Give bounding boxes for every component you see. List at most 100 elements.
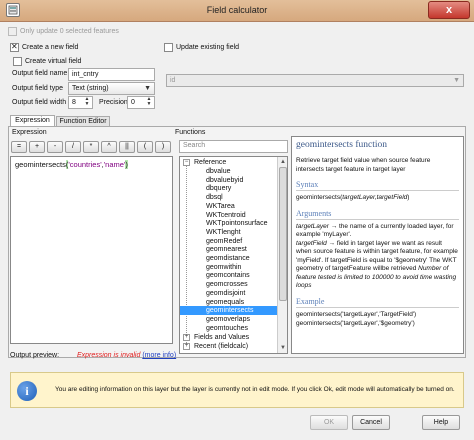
create-new-field-option[interactable]: Create a new field <box>10 42 79 52</box>
help-arguments-heading: Arguments <box>296 209 459 220</box>
operator-plus-button[interactable]: + <box>29 141 45 153</box>
code-close-paren: ) <box>125 160 128 169</box>
function-item-geomcrosses[interactable]: geomcrosses <box>180 280 278 289</box>
update-existing-field-label: Update existing field <box>176 44 240 51</box>
help-button[interactable]: Help <box>422 415 460 430</box>
help-syntax: geomintersects(targetLayer,targetField) <box>296 194 410 201</box>
output-field-width-label: Output field width <box>12 99 67 106</box>
function-item-geomnearest[interactable]: geomnearest <box>180 245 278 254</box>
output-field-name-input[interactable]: int_cntry <box>68 68 155 81</box>
help-description: Retrieve target field value when source … <box>296 157 431 173</box>
function-item-geomintersects[interactable]: geomintersects <box>180 306 278 315</box>
spin-arrows-icon[interactable]: ▲ ▼ <box>145 97 153 108</box>
function-item-dbsql[interactable]: dbsql <box>180 193 278 202</box>
create-virtual-field-label: Create virtual field <box>25 58 82 65</box>
operator-power-button[interactable]: ^ <box>101 141 117 153</box>
scroll-up-icon[interactable]: ▲ <box>278 157 287 167</box>
only-update-selected-checkbox <box>8 27 17 36</box>
code-arg-layer: 'countries' <box>68 160 102 169</box>
output-preview: Output preview: Expression is invalid (m… <box>10 352 176 359</box>
function-item-wktlenght[interactable]: WKTlenght <box>180 228 278 237</box>
function-item-geomwithin[interactable]: geomwithin <box>180 263 278 272</box>
precision-spinbox[interactable]: 0 ▲ ▼ <box>127 96 155 109</box>
tree-group-reference[interactable]: − Reference <box>180 158 278 167</box>
function-item-geomcontains[interactable]: geomcontains <box>180 271 278 280</box>
function-item-wktcentroid[interactable]: WKTcentroid <box>180 211 278 220</box>
edit-mode-info-bar: i You are editing information on this la… <box>10 372 464 408</box>
ok-button[interactable]: OK <box>310 415 348 430</box>
output-field-type-select[interactable]: Text (string) ▼ <box>68 82 155 95</box>
create-virtual-field-option[interactable]: Create virtual field <box>13 57 81 66</box>
expression-section-label: Expression <box>12 129 47 136</box>
tree-group-recent[interactable]: + Recent (fieldcalc) <box>180 342 278 351</box>
expression-editor[interactable]: geomintersects('countries','name') <box>10 156 173 344</box>
scrollbar-thumb[interactable] <box>279 167 287 301</box>
create-virtual-field-checkbox[interactable] <box>13 57 22 66</box>
operator-equals-button[interactable]: = <box>11 141 27 153</box>
output-field-type-label: Output field type <box>12 85 63 92</box>
expression-code-line: geomintersects('countries','name') <box>15 160 128 169</box>
only-update-selected-label: Only update 0 selected features <box>20 28 119 35</box>
operator-close-paren-button[interactable]: ) <box>155 141 171 153</box>
update-existing-field-checkbox[interactable] <box>164 43 173 52</box>
cancel-button[interactable]: Cancel <box>352 415 390 430</box>
only-update-selected-option: Only update 0 selected features <box>8 27 119 36</box>
precision-label: Precision <box>99 99 128 106</box>
title-bar: Field calculator x <box>0 0 474 22</box>
output-field-width-value: 8 <box>72 99 76 106</box>
more-info-link[interactable]: (more info) <box>142 352 176 359</box>
expression-invalid-text: Expression is invalid <box>76 352 141 359</box>
output-preview-label: Output preview: <box>10 352 60 359</box>
operator-concat-button[interactable]: || <box>119 141 135 153</box>
function-tree[interactable]: − Reference dbvalue dbvaluebyid dbquery … <box>179 156 288 354</box>
function-item-geomequals[interactable]: geomequals <box>180 298 278 307</box>
chevron-down-icon: ▼ <box>453 77 460 84</box>
window-title: Field calculator <box>206 5 268 15</box>
update-existing-field-option[interactable]: Update existing field <box>164 43 239 52</box>
function-item-wktpointonsurface[interactable]: WKTpointonsurface <box>180 219 278 228</box>
code-function-name: geomintersects <box>15 160 66 169</box>
function-item-geomredef[interactable]: geomRedef <box>180 237 278 246</box>
scroll-down-icon[interactable]: ▼ <box>278 343 287 353</box>
close-button[interactable]: x <box>428 1 470 19</box>
operator-divide-button[interactable]: / <box>65 141 81 153</box>
code-arg-field: 'name' <box>103 160 126 169</box>
function-item-dbquery[interactable]: dbquery <box>180 184 278 193</box>
help-example-1: geomintersects('targetLayer','TargetFiel… <box>296 310 417 318</box>
help-syntax-heading: Syntax <box>296 180 459 191</box>
help-title: geomintersects function <box>296 140 388 150</box>
precision-value: 0 <box>131 99 135 106</box>
functions-section-label: Functions <box>175 129 206 136</box>
function-item-dbvaluebyid[interactable]: dbvaluebyid <box>180 176 278 185</box>
tree-group-fields-and-values[interactable]: + Fields and Values <box>180 333 278 342</box>
operator-open-paren-button[interactable]: ( <box>137 141 153 153</box>
help-argument-target-field: targetField → field in target layer we w… <box>296 239 458 290</box>
info-icon: i <box>17 381 37 401</box>
expand-icon[interactable]: + <box>183 343 190 350</box>
function-item-geomtouches[interactable]: geomtouches <box>180 324 278 333</box>
create-new-field-checkbox[interactable] <box>10 42 19 52</box>
output-field-type-value: Text (string) <box>72 85 109 92</box>
output-field-width-spinbox[interactable]: 8 ▲ ▼ <box>68 96 93 109</box>
function-item-geomdistance[interactable]: geomdistance <box>180 254 278 263</box>
operator-multiply-button[interactable]: * <box>83 141 99 153</box>
function-item-geomoverlaps[interactable]: geomoverlaps <box>180 315 278 324</box>
function-search-input[interactable]: Search <box>179 140 288 153</box>
function-tree-scrollbar[interactable]: ▲ ▼ <box>277 157 287 353</box>
existing-field-select: id ▼ <box>166 74 464 87</box>
output-field-name-label: Output field name <box>12 70 68 77</box>
expand-icon[interactable]: + <box>183 334 190 341</box>
function-item-dbvalue[interactable]: dbvalue <box>180 167 278 176</box>
operator-minus-button[interactable]: - <box>47 141 63 153</box>
help-example-2: geomintersects('targetLayer','$geometry'… <box>296 320 415 327</box>
existing-field-value: id <box>170 77 176 84</box>
spin-arrows-icon[interactable]: ▲ ▼ <box>83 97 91 108</box>
help-argument-target-layer: targetLayer → the name of a currently lo… <box>296 222 454 239</box>
create-new-field-label: Create a new field <box>22 44 79 51</box>
collapse-icon[interactable]: − <box>183 159 190 166</box>
function-help-panel: geomintersects function Retrieve target … <box>291 136 464 354</box>
function-item-geomdisjoint[interactable]: geomdisjoint <box>180 289 278 298</box>
help-example-heading: Example <box>296 297 459 308</box>
function-item-wktarea[interactable]: WKTarea <box>180 202 278 211</box>
edit-mode-message: You are editing information on this laye… <box>55 386 455 393</box>
